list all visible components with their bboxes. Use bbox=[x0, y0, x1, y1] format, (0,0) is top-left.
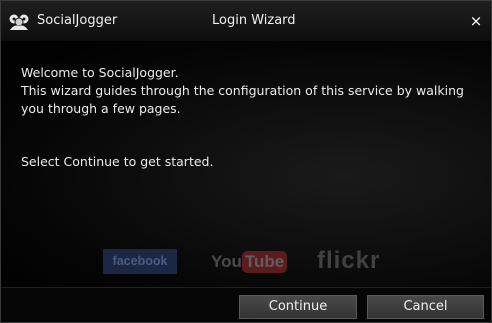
cancel-button[interactable]: Cancel bbox=[367, 295, 484, 319]
login-wizard-window: SocialJogger Login Wizard × Welcome to S… bbox=[0, 0, 492, 323]
continue-button[interactable]: Continue bbox=[239, 295, 357, 319]
facebook-logo: facebook bbox=[103, 249, 177, 274]
close-button[interactable]: × bbox=[467, 12, 485, 30]
wizard-content: Welcome to SocialJogger. This wizard gui… bbox=[1, 41, 491, 287]
title-bar[interactable]: SocialJogger Login Wizard × bbox=[1, 1, 491, 41]
youtube-logo-you: You bbox=[211, 252, 242, 271]
close-icon: × bbox=[469, 12, 483, 30]
app-name: SocialJogger bbox=[37, 13, 118, 28]
welcome-heading: Welcome to SocialJogger. bbox=[21, 65, 179, 80]
youtube-logo: You Tube bbox=[211, 250, 288, 274]
welcome-description: This wizard guides through the configura… bbox=[21, 83, 464, 116]
service-logos: facebook You Tube flickr bbox=[101, 247, 401, 279]
continue-prompt: Select Continue to get started. bbox=[21, 154, 214, 169]
window-title: Login Wizard bbox=[212, 13, 296, 28]
socialjogger-logo-icon bbox=[8, 13, 30, 31]
welcome-text: Welcome to SocialJogger. This wizard gui… bbox=[21, 64, 481, 118]
button-bar: Continue Cancel bbox=[1, 287, 491, 322]
youtube-logo-tube: Tube bbox=[241, 251, 288, 273]
flickr-logo: flickr bbox=[317, 247, 381, 274]
